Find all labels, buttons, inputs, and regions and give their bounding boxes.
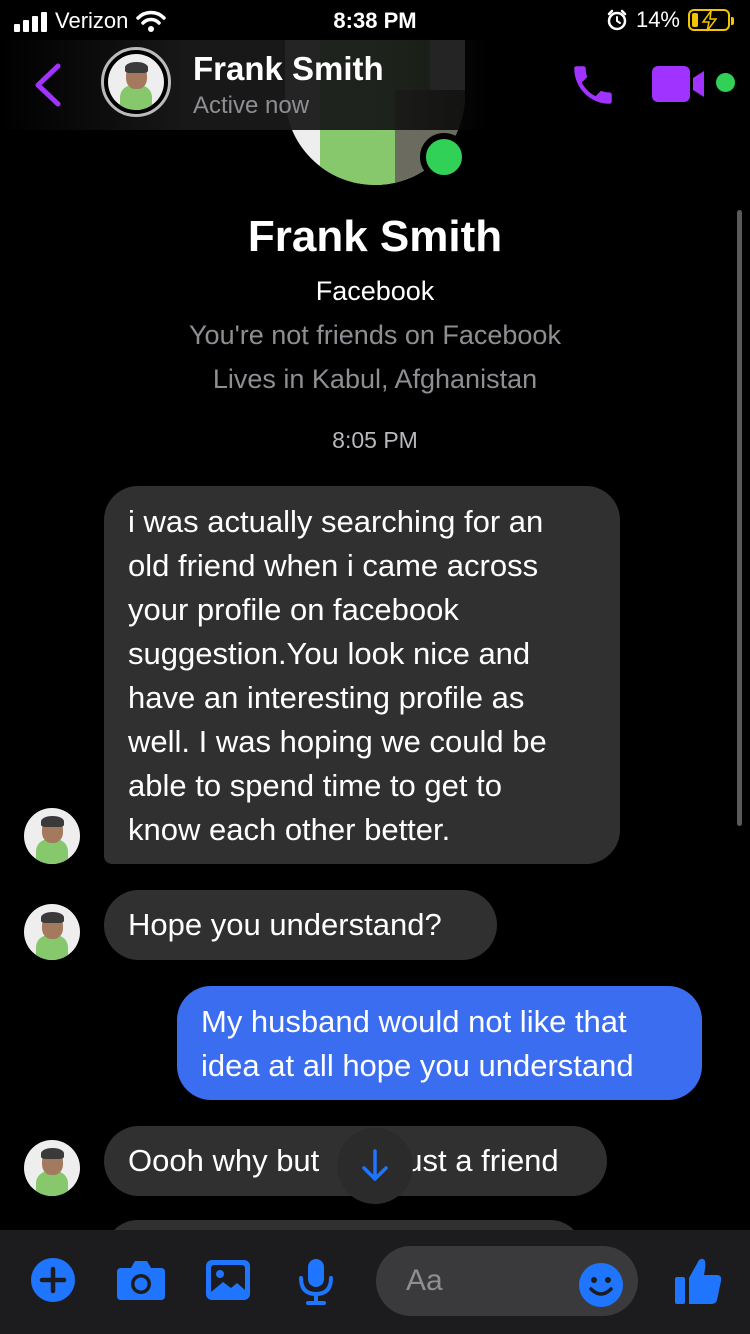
arrow-down-icon	[362, 1149, 388, 1181]
battery-icon	[688, 9, 734, 32]
message-bubble-received[interactable]: Hope you understand?	[104, 890, 497, 960]
message-line: know each other better.	[128, 812, 451, 847]
battery-percent: 14%	[635, 7, 680, 32]
message-line: idea at all hope you understand	[201, 1048, 634, 1083]
scrollbar[interactable]	[737, 210, 742, 826]
message-input-placeholder: Aa	[406, 1264, 443, 1297]
message-bubble-received[interactable]: i was actually searching for an old frie…	[104, 486, 620, 864]
phone-icon[interactable]	[568, 60, 618, 110]
message-line: i was actually searching for an	[128, 504, 544, 539]
thumbs-up-icon[interactable]	[674, 1256, 722, 1306]
emoji-icon[interactable]	[578, 1262, 624, 1308]
profile-location: Lives in Kabul, Afghanistan	[212, 364, 538, 394]
contact-name[interactable]: Frank Smith	[193, 50, 384, 88]
status-bar: Verizon 8:38 PM 14%	[0, 0, 750, 40]
back-chevron-icon[interactable]	[30, 62, 66, 108]
friendship-status: You're not friends on Facebook	[189, 320, 561, 350]
profile-name: Frank Smith	[247, 212, 503, 261]
camera-icon[interactable]	[116, 1258, 166, 1302]
chat-header: Frank Smith Active now	[0, 40, 750, 130]
contact-status: Active now	[193, 92, 310, 119]
microphone-icon[interactable]	[297, 1258, 335, 1306]
sender-avatar[interactable]	[24, 904, 80, 960]
message-line: suggestion.You look nice and	[128, 636, 531, 671]
sender-avatar[interactable]	[24, 1140, 80, 1196]
sender-avatar[interactable]	[24, 808, 80, 864]
message-line: Hope you understand?	[128, 907, 442, 942]
plus-icon[interactable]	[31, 1258, 75, 1302]
message-bubble-sent[interactable]: My husband would not like that idea at a…	[177, 986, 702, 1100]
profile-source: Facebook	[315, 276, 435, 306]
message-line: able to spend time to get to	[128, 768, 502, 803]
message-line: your profile on facebook	[128, 592, 459, 627]
composer-bar: Aa	[0, 1230, 750, 1334]
alarm-icon	[607, 9, 627, 31]
video-camera-icon[interactable]	[652, 66, 710, 102]
scroll-to-bottom-button[interactable]	[337, 1128, 413, 1204]
message-line: have an interesting profile as	[128, 680, 525, 715]
online-indicator	[420, 133, 468, 181]
active-dot	[716, 73, 735, 92]
message-line: ust a friend	[405, 1143, 559, 1178]
message-line: old friend when i came across	[128, 548, 539, 583]
message-line: well. I was hoping we could be	[128, 724, 547, 759]
message-timestamp: 8:05 PM	[332, 427, 418, 453]
status-right: 14%	[606, 7, 734, 33]
image-icon[interactable]	[205, 1258, 251, 1302]
header-avatar[interactable]	[101, 47, 171, 117]
message-line: Oooh why but	[128, 1143, 320, 1178]
message-line: My husband would not like that	[201, 1004, 627, 1039]
